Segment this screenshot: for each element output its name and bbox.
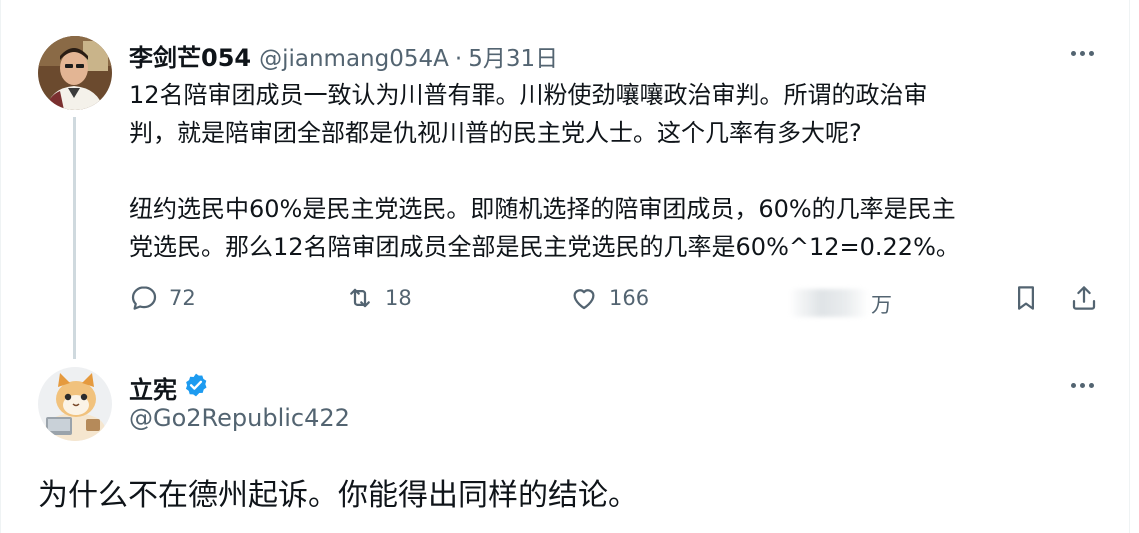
portrait-image: [38, 36, 112, 110]
avatar-author-1[interactable]: [38, 36, 112, 110]
tweet1-paragraph-2: 纽约选民中60%是民主党选民。即随机选择的陪审团成员，60%的几率是民主 党选民…: [129, 195, 960, 261]
tweet-date[interactable]: 5月31日: [468, 39, 558, 73]
tweet2-header: 立宪: [129, 370, 209, 405]
tweet1-header: 李剑芒054 @jianmang054A · 5月31日: [129, 38, 558, 73]
verified-badge-icon[interactable]: [183, 372, 209, 398]
repost-icon: [350, 288, 370, 308]
repost-count: 18: [385, 286, 412, 310]
reply-count: 72: [169, 286, 196, 310]
more-icon-2[interactable]: [1071, 383, 1094, 388]
avatar-author-2[interactable]: [38, 367, 112, 441]
author-name-2[interactable]: 立宪: [129, 370, 177, 405]
more-icon[interactable]: [1071, 51, 1094, 56]
tweet1-text: 12名陪审团成员一致认为川普有罪。川粉使劲嚷嚷政治审判。所谓的政治审 判，就是陪…: [129, 76, 1119, 266]
views-blur-mask: [789, 289, 869, 317]
reply-icon: [131, 286, 157, 310]
bookmark-icon: [1018, 286, 1034, 310]
share-icon: [1072, 286, 1096, 310]
thread-connector-line: [73, 117, 76, 359]
share-button[interactable]: [1069, 283, 1099, 313]
separator-dot: ·: [454, 46, 463, 72]
bookmark-button[interactable]: [1011, 283, 1041, 313]
author-name[interactable]: 李剑芒054: [129, 38, 251, 73]
views-unit: 万: [871, 293, 892, 317]
like-count: 166: [609, 286, 650, 310]
tweet2-text: 为什么不在德州起诉。你能得出同样的结论。: [38, 478, 638, 513]
tweet1-action-bar: 72 18 166 万: [129, 283, 1104, 327]
like-icon: [573, 289, 595, 310]
author-handle-2[interactable]: @Go2Republic422: [129, 404, 350, 432]
repost-button[interactable]: 18: [345, 283, 412, 313]
tweet1-paragraph-1: 12名陪审团成员一致认为川普有罪。川粉使劲嚷嚷政治审判。所谓的政治审 判，就是陪…: [129, 81, 928, 147]
cat-avatar-image: [38, 367, 112, 441]
author-handle[interactable]: @jianmang054A: [259, 46, 449, 72]
like-button[interactable]: 166: [569, 283, 649, 313]
reply-button[interactable]: 72: [129, 283, 196, 313]
